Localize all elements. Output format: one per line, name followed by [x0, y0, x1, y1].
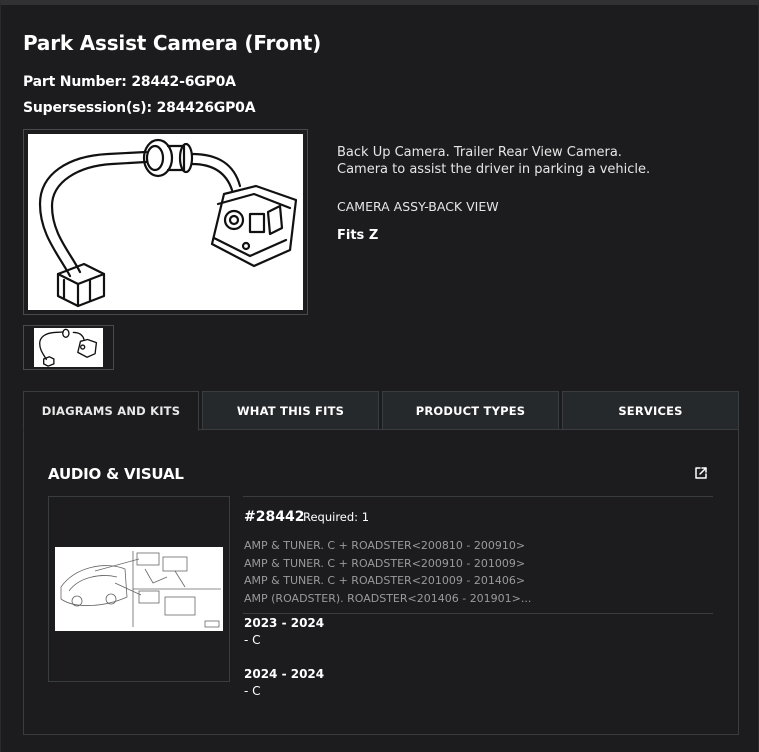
thumbnail-illustration — [39, 328, 98, 367]
part-number: Part Number: 28442-6GP0A — [23, 74, 236, 90]
fitment-years: 2023 - 2024 — [244, 616, 325, 630]
description-line-1: Back Up Camera. Trailer Rear View Camera… — [337, 145, 622, 160]
page-title: Park Assist Camera (Front) — [23, 31, 322, 55]
tab-what-this-fits[interactable]: WHAT THIS FITS — [202, 391, 379, 430]
application-line: AMP & TUNER. C + ROADSTER<201009 - 20140… — [244, 574, 526, 587]
reference-number[interactable]: #28442 — [244, 509, 304, 525]
application-line: AMP & TUNER. C + ROADSTER<200810 - 20091… — [244, 539, 526, 552]
tab-product-types[interactable]: PRODUCT TYPES — [382, 391, 559, 430]
fits-label: Fits Z — [337, 228, 379, 243]
fitment-trim: - C — [244, 633, 261, 647]
part-number-value: 28442-6GP0A — [131, 74, 236, 90]
required-quantity: Required: 1 — [303, 510, 370, 524]
part-number-label: Part Number: — [23, 74, 132, 90]
fitment-years: 2024 - 2024 — [244, 667, 325, 681]
fitment-trim: - C — [244, 684, 261, 698]
diagrams-panel: AUDIO & VISUAL #28442 Required: 1 AMP & … — [23, 429, 739, 735]
supersession-label: Supersession(s): — [23, 100, 157, 116]
application-line: AMP (ROADSTER). ROADSTER<201406 - 201901… — [244, 591, 532, 605]
image-thumbnail[interactable] — [23, 325, 114, 370]
camera-illustration — [38, 138, 298, 308]
product-page: Park Assist Camera (Front) Part Number: … — [0, 0, 759, 752]
application-list: AMP & TUNER. C + ROADSTER<200810 - 20091… — [244, 537, 714, 607]
description-line-2: Camera to assist the driver in parking a… — [337, 162, 651, 177]
supersession: Supersession(s): 284426GP0A — [23, 100, 256, 116]
diagram-illustration — [60, 551, 221, 628]
product-tabs: DIAGRAMS AND KITS WHAT THIS FITS PRODUCT… — [23, 391, 739, 431]
tab-services[interactable]: SERVICES — [562, 391, 739, 430]
supersession-value: 284426GP0A — [156, 100, 256, 116]
tab-diagrams-and-kits[interactable]: DIAGRAMS AND KITS — [23, 391, 199, 431]
application-line: AMP & TUNER. C + ROADSTER<200910 - 20100… — [244, 556, 526, 570]
divider — [243, 613, 713, 614]
external-link-icon[interactable] — [694, 466, 708, 480]
diagram-image[interactable] — [48, 496, 230, 682]
description-view: CAMERA ASSY-BACK VIEW — [337, 199, 499, 214]
divider — [243, 496, 713, 497]
section-title: AUDIO & VISUAL — [48, 465, 184, 483]
main-product-image[interactable] — [23, 129, 308, 315]
